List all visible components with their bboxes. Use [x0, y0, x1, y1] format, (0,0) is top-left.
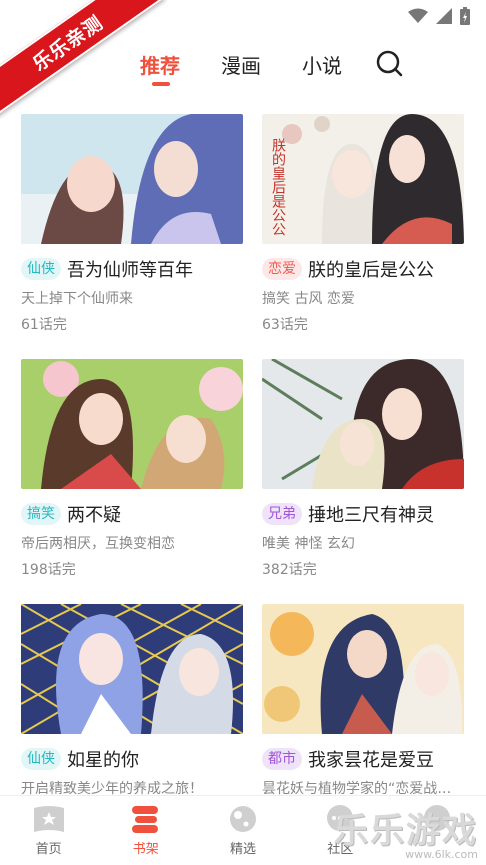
comic-title[interactable]: 我家昙花是爱豆: [308, 746, 434, 772]
comic-cover-image[interactable]: [21, 604, 243, 734]
watermark-logo: 乐乐游戏 www.6lk.com: [334, 803, 478, 861]
genre-tag: 恋爱: [262, 258, 302, 280]
nav-bookshelf-label: 书架: [132, 842, 159, 857]
genre-tag: 都市: [262, 748, 302, 770]
comic-description: 唯美 神怪 玄幻: [262, 536, 355, 552]
card-title-row: 搞笑 两不疑: [21, 501, 243, 527]
card-title-row: 兄弟 捶地三尺有神灵: [262, 501, 464, 527]
bookshelf-icon: [131, 806, 158, 833]
tab-novels[interactable]: 小说: [302, 50, 342, 79]
comic-card[interactable]: 搞笑 两不疑 帝后两相厌，互换变相恋 198话完: [21, 359, 243, 579]
comic-cover-image[interactable]: [21, 114, 243, 244]
card-title-row: 仙侠 吾为仙师等百年: [21, 256, 243, 282]
genre-tag: 兄弟: [262, 503, 302, 525]
signal-icon: [436, 8, 452, 24]
comic-title[interactable]: 如星的你: [67, 746, 139, 772]
episode-count: 63话完: [262, 317, 308, 333]
comic-cover-image[interactable]: [21, 359, 243, 489]
nav-home-label: 首页: [35, 842, 62, 857]
search-icon[interactable]: [374, 48, 404, 78]
comic-title[interactable]: 吾为仙师等百年: [67, 256, 193, 282]
card-title-row: 恋爱 朕的皇后是公公: [262, 256, 464, 282]
comic-description: 天上掉下个仙师来: [21, 291, 133, 307]
nav-home[interactable]: 首页: [0, 796, 97, 865]
cover-calligraphy: 朕的皇后是公公: [270, 138, 286, 236]
comic-card[interactable]: 仙侠 如星的你 开启精致美少年的养成之旅！: [21, 604, 243, 798]
comic-card[interactable]: 仙侠 吾为仙师等百年 天上掉下个仙师来 61话完: [21, 114, 243, 334]
genre-tag: 搞笑: [21, 503, 61, 525]
comic-card[interactable]: 兄弟 捶地三尺有神灵 唯美 神怪 玄幻 382话完: [262, 359, 464, 579]
comic-title[interactable]: 捶地三尺有神灵: [308, 501, 434, 527]
episode-count: 198话完: [21, 562, 76, 578]
genre-tag: 仙侠: [21, 258, 61, 280]
comic-title[interactable]: 两不疑: [67, 501, 121, 527]
nav-featured-label: 精选: [230, 842, 257, 857]
comic-cover-image[interactable]: [262, 604, 464, 734]
home-star-icon: [33, 806, 64, 832]
tab-recommend[interactable]: 推荐: [140, 50, 180, 79]
comic-description: 帝后两相厌，互换变相恋: [21, 536, 175, 552]
comic-description: 搞笑 古风 恋爱: [262, 291, 355, 307]
nav-featured[interactable]: 精选: [194, 796, 291, 865]
card-title-row: 都市 我家昙花是爱豆: [262, 746, 464, 772]
episode-count: 382话完: [262, 562, 317, 578]
watermark-brand: 乐乐游戏: [334, 811, 478, 851]
comic-cover-image[interactable]: [262, 359, 464, 489]
genre-tag: 仙侠: [21, 748, 61, 770]
tab-comics[interactable]: 漫画: [221, 50, 261, 79]
comic-card[interactable]: 朕的皇后是公公 恋爱 朕的皇后是公公 搞笑 古风 恋爱 63话完: [262, 114, 464, 334]
card-title-row: 仙侠 如星的你: [21, 746, 243, 772]
status-icons: [408, 7, 470, 25]
comic-cover-image[interactable]: 朕的皇后是公公: [262, 114, 464, 244]
episode-count: 61话完: [21, 317, 67, 333]
comic-card[interactable]: 都市 我家昙花是爱豆 昙花妖与植物学家的“恋爱战…: [262, 604, 464, 798]
comic-title[interactable]: 朕的皇后是公公: [308, 256, 434, 282]
featured-icon: [230, 806, 256, 832]
active-tab-indicator: [152, 82, 170, 86]
wifi-icon: [408, 8, 428, 23]
battery-icon: [460, 7, 470, 25]
nav-bookshelf[interactable]: 书架: [97, 796, 194, 865]
